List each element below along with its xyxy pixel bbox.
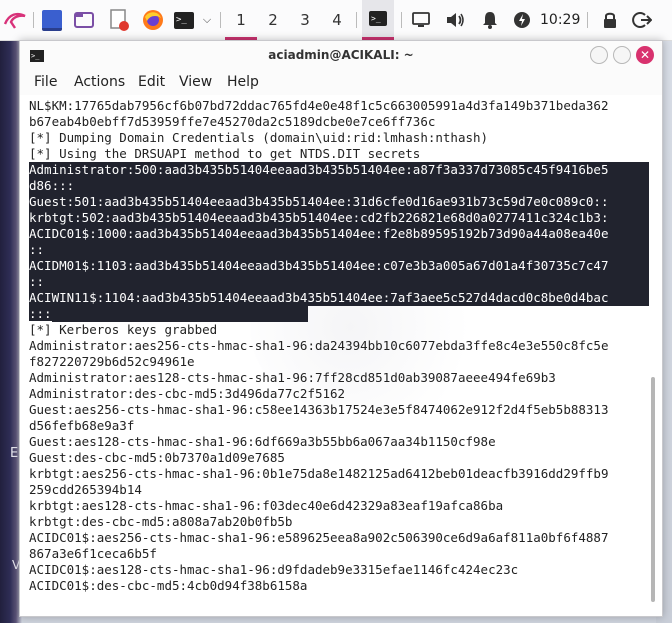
logout-icon[interactable] [630,8,654,32]
window-title: aciadmin@ACIKALI: ~ [268,48,414,62]
terminal-line-selected: :: [29,242,649,258]
top-panel: >_ ⌵ 1 2 3 4 >_ 10:29 [0,0,672,41]
kali-menu-icon[interactable] [2,8,28,32]
terminal-output[interactable]: NL$KM:17765dab7956cf6b07bd72ddac765fd4e0… [20,97,662,616]
terminal-line: 867a3e6f1ceca6b5f [29,546,157,561]
maximize-button[interactable] [613,46,631,64]
panel-separator [401,12,402,28]
terminal-window: >_ aciadmin@ACIKALI: ~ ✕ File Actions Ed… [19,40,663,617]
monitor-icon[interactable] [410,8,432,32]
workspace-2[interactable]: 2 [257,0,289,40]
terminal-line: [*] Dumping Domain Credentials (domain\u… [29,130,489,145]
panel-separator [587,12,588,28]
terminal-line-selected: d86::: [29,178,649,194]
terminal-line: krbtgt:aes256-cts-hmac-sha1-96:0b1e75da8… [29,466,609,481]
menu-bar: File Actions Edit View Help [20,71,662,95]
chevron-down-icon[interactable]: ⌵ [200,8,214,32]
terminal-line-selected: ACIDC01$:1000:aad3b435b51404eeaad3b435b5… [29,226,649,242]
terminal-line: Administrator:aes256-cts-hmac-sha1-96:da… [29,338,609,353]
terminal-line: ACIDC01$:aes256-cts-hmac-sha1-96:e589625… [29,530,609,545]
close-button[interactable]: ✕ [636,46,654,64]
menu-help[interactable]: Help [227,74,259,90]
terminal-line-selected: :: [29,274,649,290]
lock-icon[interactable] [598,8,622,32]
panel-separator [356,12,357,28]
power-icon[interactable] [510,8,534,32]
menu-view[interactable]: View [179,74,212,90]
terminal-line: [*] Using the DRSUAPI method to get NTDS… [29,146,421,161]
terminal-line: [*] Kerberos keys grabbed [29,322,218,337]
terminal-line-selected: krbtgt:502:aad3b435b51404eeaad3b435b5140… [29,210,649,226]
window-titlebar[interactable]: >_ aciadmin@ACIKALI: ~ ✕ [20,41,662,71]
volume-icon[interactable] [443,8,467,32]
firefox-icon[interactable] [140,8,166,32]
terminal-line-selected: ACIDM01$:1103:aad3b435b51404eeaad3b435b5… [29,258,649,274]
desktop-icon[interactable] [40,8,64,32]
menu-actions[interactable]: Actions [74,74,125,90]
terminal-line: Administrator:aes128-cts-hmac-sha1-96:7f… [29,370,556,385]
terminal-line: Administrator:des-cbc-md5:3d496da77c2f51… [29,386,346,401]
workspace-1[interactable]: 1 [225,0,257,40]
terminal-lines: NL$KM:17765dab7956cf6b07bd72ddac765fd4e0… [29,98,649,594]
menu-file[interactable]: File [34,74,57,90]
minimize-button[interactable] [590,46,608,64]
terminal-line: b67eab4b0ebff7d53959ffe7e45270da2c5189dc… [29,114,436,129]
menu-edit[interactable]: Edit [138,74,165,90]
terminal-scrollbar[interactable] [651,377,655,602]
file-manager-icon[interactable] [72,8,96,32]
terminal-line: d56fefb68e9a3f [29,418,135,433]
terminal-line-selected: :::​ [29,306,649,322]
terminal-line: Guest:aes256-cts-hmac-sha1-96:c58ee14363… [29,402,609,417]
panel-separator [33,12,34,28]
bell-icon[interactable] [478,8,502,32]
workspace-4[interactable]: 4 [321,0,353,40]
terminal-icon[interactable]: >_ [172,8,196,32]
text-editor-icon[interactable] [107,8,131,32]
selected-text: ::: [29,306,52,321]
terminal-line: ACIDC01$:des-cbc-md5:4cb0d94f38b6158a [29,578,308,593]
panel-separator [220,12,221,28]
workspace-3[interactable]: 3 [289,0,321,40]
terminal-task-icon[interactable]: >_ [362,0,394,40]
terminal-line: ACIDC01$:aes128-cts-hmac-sha1-96:d9fdade… [29,562,519,577]
terminal-line: krbtgt:aes128-cts-hmac-sha1-96:f03dec40e… [29,498,504,513]
terminal-line-selected: Administrator:500:aad3b435b51404eeaad3b4… [29,162,649,178]
desktop-edge-label: E [10,446,19,461]
terminal-line: krbtgt:des-cbc-md5:a808a7ab20b0fb5b [29,514,293,529]
clock[interactable]: 10:29 [540,0,580,40]
terminal-line: NL$KM:17765dab7956cf6b07bd72ddac765fd4e0… [29,98,609,113]
terminal-line: Guest:aes128-cts-hmac-sha1-96:6df669a3b5… [29,434,496,449]
terminal-line-selected: Guest:501:aad3b435b51404eeaad3b435b51404… [29,194,649,210]
terminal-line: f827220729b6d52c94961e [29,354,195,369]
terminal-line: 259cdd265394b14 [29,482,142,497]
terminal-line-selected: ACIWIN11$:1104:aad3b435b51404eeaad3b435b… [29,290,649,306]
terminal-line: Guest:des-cbc-md5:0b7370a1d09e7685 [29,450,285,465]
